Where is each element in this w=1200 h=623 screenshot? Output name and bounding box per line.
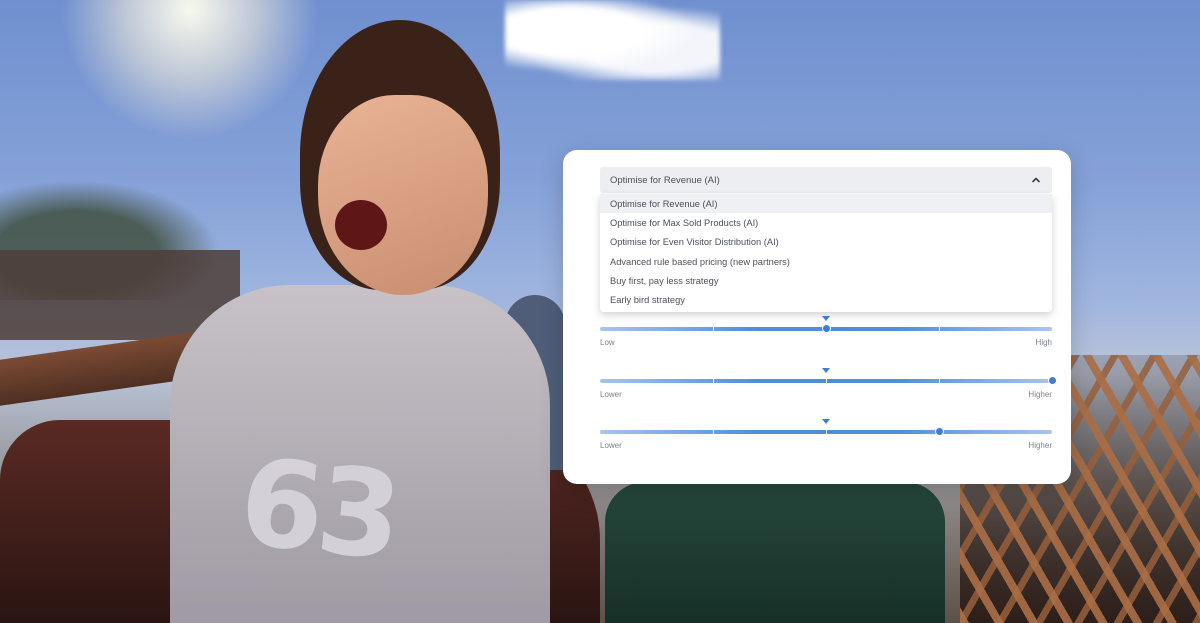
sweatshirt-print: 63 xyxy=(233,432,403,588)
strategy-option[interactable]: Optimise for Even Visitor Distribution (… xyxy=(600,233,1052,252)
strategy-option[interactable]: Optimise for Revenue (AI) xyxy=(600,194,1052,214)
rider-green-shirt xyxy=(605,482,945,623)
pricing-strategy-card: Optimise for Revenue (AI) Optimise for R… xyxy=(563,150,1071,484)
slider-thumb[interactable] xyxy=(934,427,944,436)
strategy-select-value: Optimise for Revenue (AI) xyxy=(610,174,720,186)
cloud xyxy=(505,0,720,80)
strategy-select[interactable]: Optimise for Revenue (AI) xyxy=(600,167,1052,193)
strategy-option[interactable]: Early bird strategy xyxy=(600,290,1052,309)
slider-3[interactable]: Lower Higher xyxy=(600,419,1052,450)
slider-tick xyxy=(713,378,714,384)
caret-down-icon xyxy=(822,368,830,373)
caret-down-icon xyxy=(822,419,830,424)
slider-2[interactable]: Lower Higher xyxy=(600,368,1057,399)
rider-mouth xyxy=(335,200,387,250)
caret-down-icon xyxy=(822,316,830,321)
strategy-option[interactable]: Buy first, pay less strategy xyxy=(600,271,1052,290)
slider-tick xyxy=(939,326,940,332)
rider-face xyxy=(318,95,488,295)
chevron-up-icon[interactable] xyxy=(1030,174,1042,186)
slider-max-label: Higher xyxy=(1028,441,1052,450)
slider-1[interactable]: Low High xyxy=(600,316,1052,347)
strategy-option[interactable]: Advanced rule based pricing (new partner… xyxy=(600,252,1052,271)
slider-min-label: Lower xyxy=(600,441,622,450)
strategy-dropdown-menu: Optimise for Revenue (AI) Optimise for M… xyxy=(600,194,1052,312)
slider-tick xyxy=(826,429,827,435)
sun-glare xyxy=(60,0,320,140)
slider-tick xyxy=(713,429,714,435)
slider-tick xyxy=(939,378,940,384)
slider-tick xyxy=(713,326,714,332)
slider-max-label: Higher xyxy=(1028,390,1052,399)
slider-thumb[interactable] xyxy=(821,324,831,333)
slider-tick xyxy=(826,378,827,384)
slider-min-label: Lower xyxy=(600,390,622,399)
slider-min-label: Low xyxy=(600,338,615,347)
slider-max-label: High xyxy=(1035,338,1052,347)
strategy-option[interactable]: Optimise for Max Sold Products (AI) xyxy=(600,213,1052,232)
slider-thumb[interactable] xyxy=(1047,376,1057,385)
